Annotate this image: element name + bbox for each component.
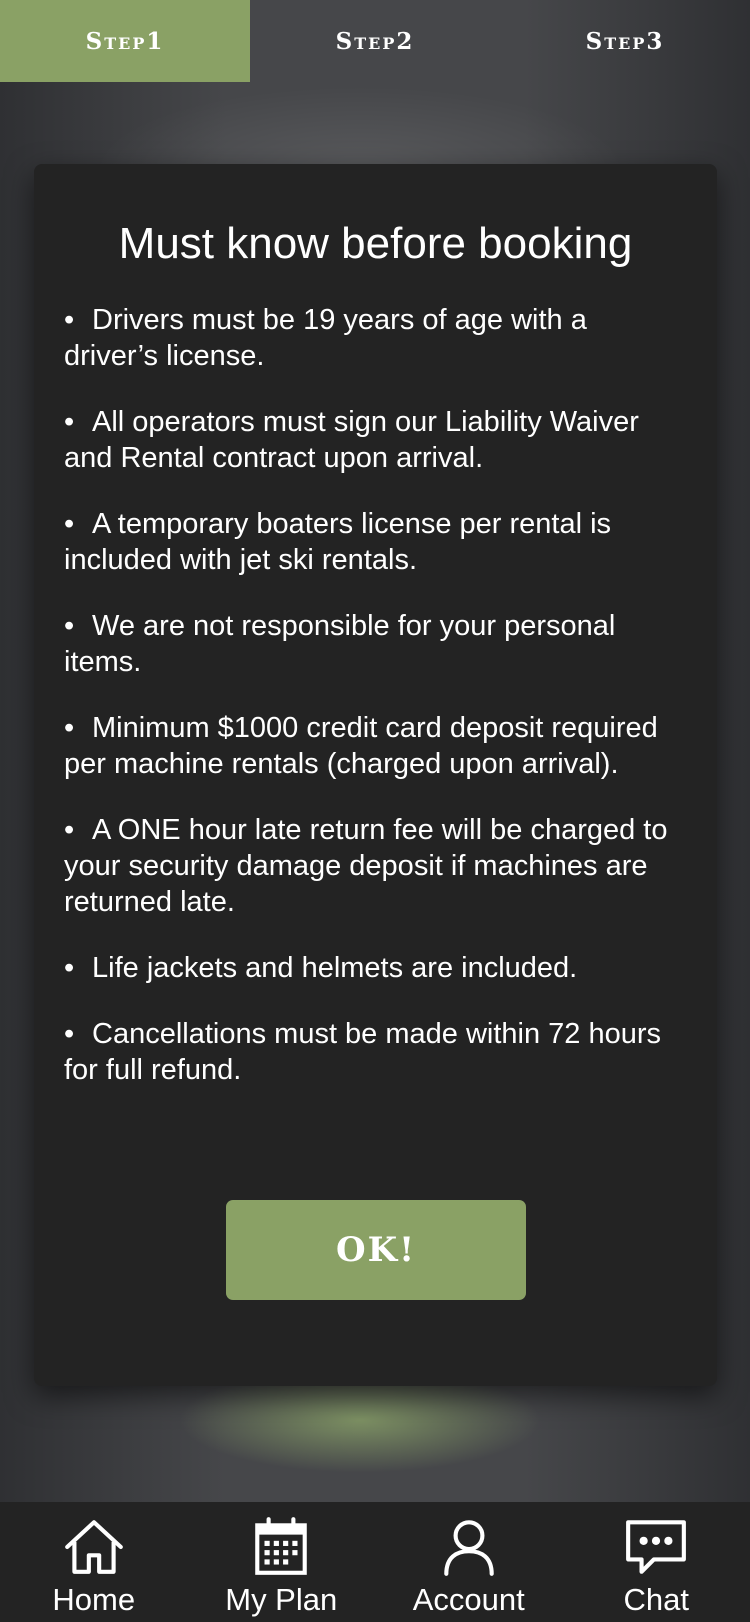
booking-info-modal: Must know before booking • Drivers must b… <box>34 164 717 1386</box>
nav-item-chat[interactable]: Chat <box>571 1502 741 1618</box>
rule-text: All operators must sign our Liability Wa… <box>64 406 639 474</box>
rule-item: • Minimum $1000 credit card deposit requi… <box>64 710 687 782</box>
rule-item: • All operators must sign our Liability W… <box>64 404 687 476</box>
nav-item-account[interactable]: Account <box>384 1502 554 1618</box>
rule-item: • A ONE hour late return fee will be char… <box>64 812 687 920</box>
rule-item: • Cancellations must be made within 72 ho… <box>64 1016 687 1088</box>
bullet-icon: • <box>64 712 75 744</box>
tab-step-3[interactable]: Step3 <box>500 0 750 82</box>
rule-item: • A temporary boaters license per rental … <box>64 506 687 578</box>
bullet-icon: • <box>64 1018 75 1050</box>
bottom-nav: Home My Plan Account Chat <box>0 1502 750 1622</box>
rule-text: A ONE hour late return fee will be charg… <box>64 814 668 918</box>
rule-text: Life jackets and helmets are included. <box>92 952 578 984</box>
bullet-icon: • <box>64 952 75 984</box>
rule-item: • Life jackets and helmets are included. <box>64 950 687 986</box>
rule-text: Cancellations must be made within 72 hou… <box>64 1018 662 1086</box>
rule-text: Minimum $1000 credit card deposit requir… <box>64 712 658 780</box>
nav-label-chat: Chat <box>623 1582 689 1617</box>
rule-item: • We are not responsible for your persona… <box>64 608 687 680</box>
chat-icon <box>626 1520 687 1574</box>
bullet-icon: • <box>64 814 75 846</box>
tab-step-1[interactable]: Step1 <box>0 0 250 82</box>
rule-item: • Drivers must be 19 years of age with a … <box>64 302 687 374</box>
nav-item-my-plan[interactable]: My Plan <box>196 1502 366 1618</box>
nav-item-home[interactable]: Home <box>9 1502 179 1618</box>
rules-list: • Drivers must be 19 years of age with a … <box>64 302 687 1088</box>
nav-label-my-plan: My Plan <box>225 1582 338 1617</box>
tab-step-2[interactable]: Step2 <box>250 0 500 82</box>
rule-text: A temporary boaters license per rental i… <box>64 508 612 576</box>
bullet-icon: • <box>64 610 75 642</box>
ok-button[interactable]: OK! <box>226 1200 526 1300</box>
rule-text: We are not responsible for your personal… <box>64 610 616 678</box>
rule-text: Drivers must be 19 years of age with a d… <box>64 304 587 372</box>
user-icon <box>444 1520 494 1576</box>
calendar-icon <box>255 1517 308 1575</box>
nav-label-account: Account <box>412 1582 525 1617</box>
bullet-icon: • <box>64 508 75 540</box>
nav-label-home: Home <box>52 1582 136 1617</box>
bullet-icon: • <box>64 304 75 336</box>
bullet-icon: • <box>64 406 75 438</box>
modal-title: Must know before booking <box>118 219 633 268</box>
home-icon <box>64 1520 123 1574</box>
step-tabs: Step1 Step2 Step3 <box>0 0 750 82</box>
